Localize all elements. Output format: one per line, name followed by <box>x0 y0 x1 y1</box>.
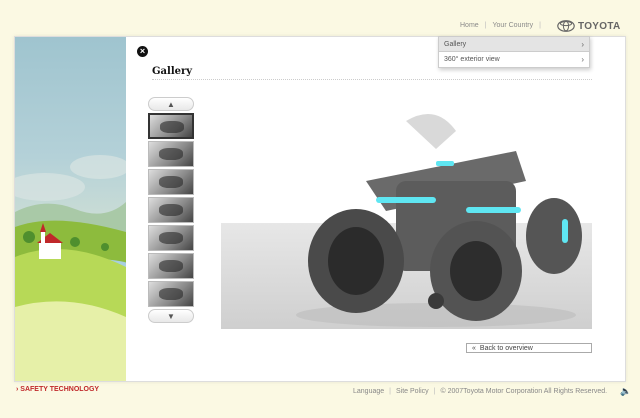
chevron-right-icon: › <box>581 39 584 49</box>
language-link[interactable]: Language <box>353 388 384 395</box>
landscape-art <box>15 155 126 381</box>
toyota-emblem-icon <box>557 20 575 32</box>
dropdown-item-label: Gallery <box>444 40 467 48</box>
top-nav: Home | Your Country | <box>460 22 541 29</box>
vehicle-image <box>296 113 582 327</box>
thumbnail-item[interactable] <box>148 141 194 167</box>
title-divider <box>152 79 592 80</box>
back-arrow-icon: « <box>472 344 476 352</box>
close-button[interactable]: × <box>137 46 148 57</box>
speaker-icon[interactable]: 🔈 <box>620 386 631 397</box>
thumbnail-list <box>148 113 194 307</box>
dropdown-item-label: 360° exterior view <box>444 56 500 63</box>
site-policy-link[interactable]: Site Policy <box>396 388 429 395</box>
dropdown-item-gallery[interactable]: Gallery › <box>439 37 589 52</box>
back-to-overview-label: Back to overview <box>479 344 533 352</box>
thumbnail-item[interactable] <box>148 169 194 195</box>
landscape-illustration <box>15 37 126 381</box>
safety-technology-link[interactable]: › SAFETY TECHNOLOGY <box>16 386 99 393</box>
chevron-up-icon: ▲ <box>167 99 175 109</box>
footer-separator: | <box>389 388 391 395</box>
chevron-down-icon: ▼ <box>167 311 175 321</box>
back-to-overview-link[interactable]: « Back to overview <box>466 343 592 353</box>
footer-separator: | <box>433 388 436 395</box>
dropdown-item-360-view[interactable]: 360° exterior view › <box>439 52 589 67</box>
footer-links: Language | Site Policy | © 2007Toyota Mo… <box>353 386 631 397</box>
page-title: Gallery <box>152 66 193 77</box>
nav-separator: | <box>484 22 487 29</box>
copyright-text: © 2007Toyota Motor Corporation All Right… <box>440 388 608 395</box>
chevron-right-icon: › <box>581 55 584 64</box>
thumbnail-item[interactable] <box>148 253 194 279</box>
main-frame: × Gallery ▲ ▼ « Back to overview <box>14 36 626 382</box>
thumbnail-item[interactable] <box>148 113 194 139</box>
toyota-logo[interactable]: TOYOTA <box>557 20 621 32</box>
brand-name: TOYOTA <box>578 20 621 32</box>
scroll-down-button[interactable]: ▼ <box>148 309 194 323</box>
scroll-up-button[interactable]: ▲ <box>148 97 194 111</box>
your-country-link[interactable]: Your Country <box>493 22 534 29</box>
content-panel: × Gallery ▲ ▼ « Back to overview <box>126 37 625 381</box>
section-dropdown: Gallery › 360° exterior view › <box>438 36 590 68</box>
nav-separator: | <box>539 22 541 29</box>
thumbnail-item[interactable] <box>148 197 194 223</box>
thumbnail-strip: ▲ ▼ <box>148 97 194 333</box>
home-link[interactable]: Home <box>460 22 479 29</box>
thumbnail-item[interactable] <box>148 225 194 251</box>
thumbnail-item[interactable] <box>148 281 194 307</box>
